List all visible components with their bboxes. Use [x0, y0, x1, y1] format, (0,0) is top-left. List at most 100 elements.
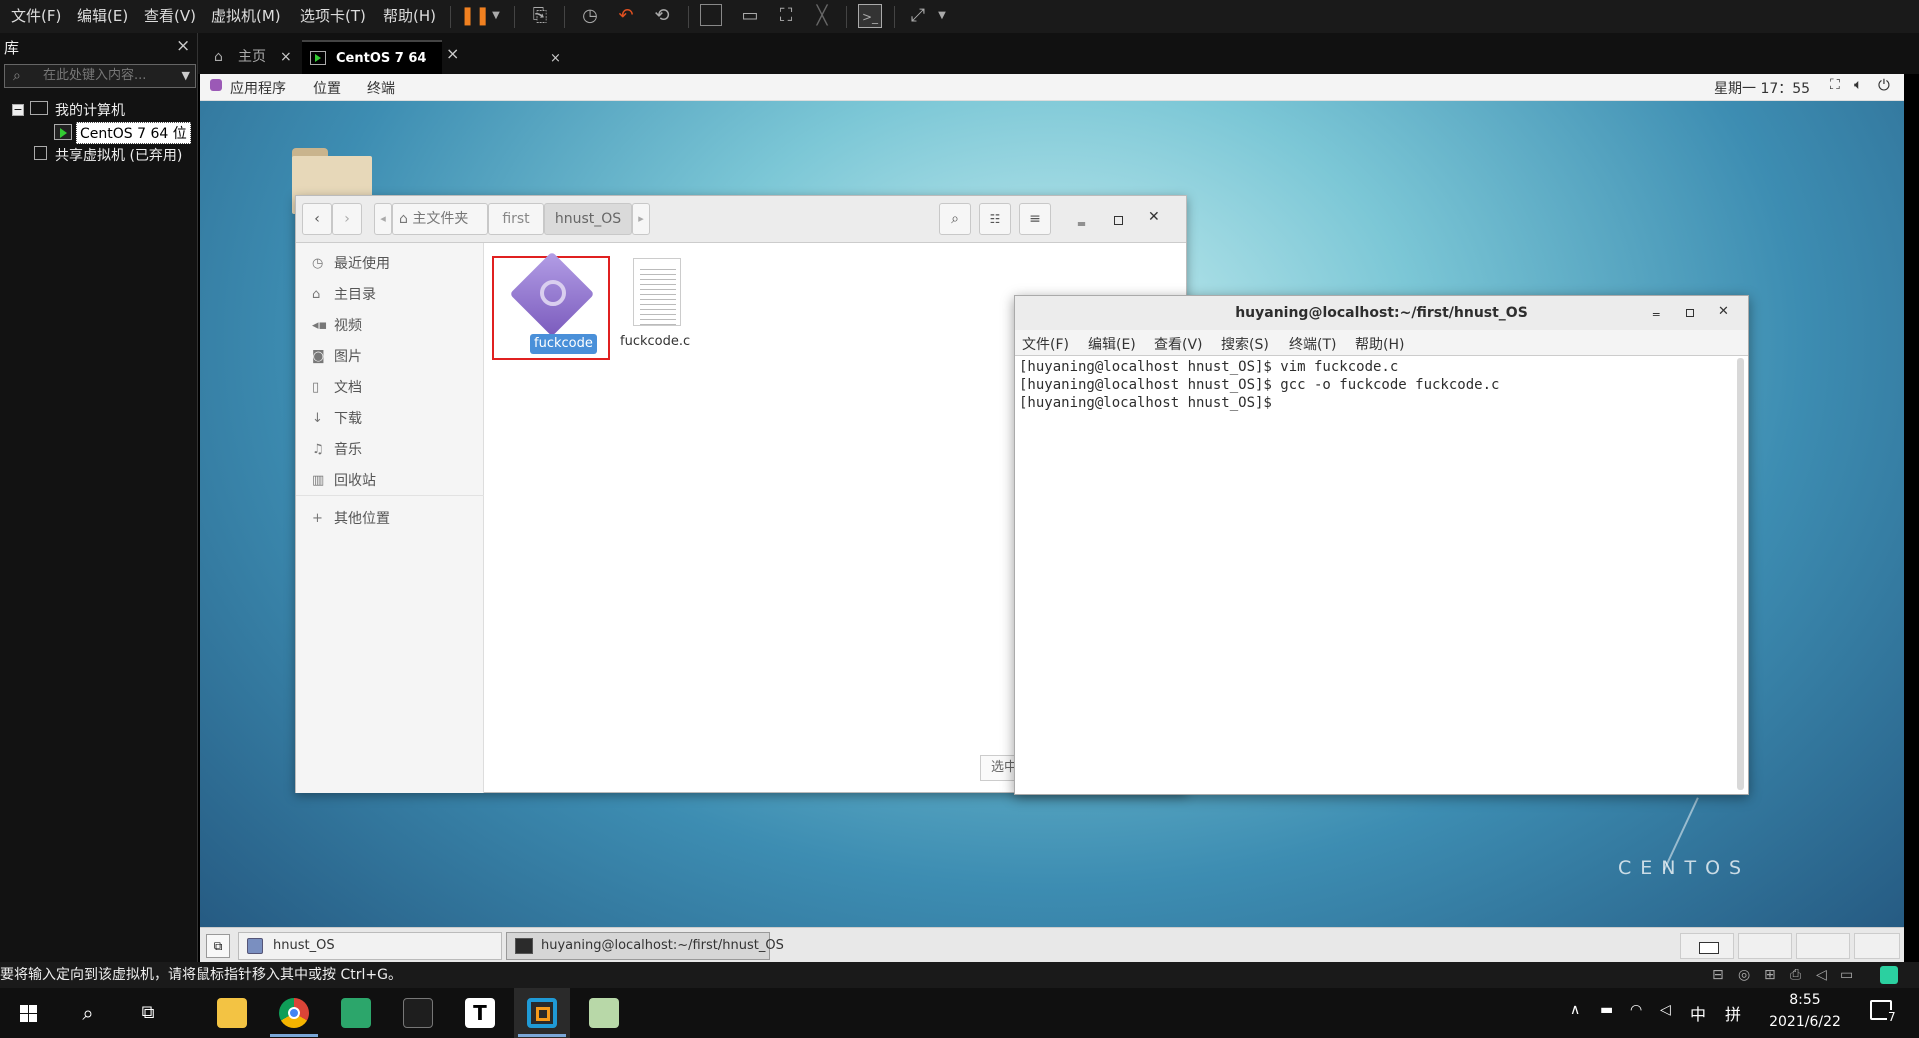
snapshot-icon[interactable]: ◷ — [578, 4, 602, 28]
tab-centos-close-button[interactable]: × — [550, 42, 561, 76]
snapshot-manager-icon[interactable]: ⟲ — [650, 4, 674, 28]
pdf-app-icon[interactable] — [328, 988, 384, 1038]
tab-centos-close-button[interactable]: × — [446, 44, 459, 63]
sidebar-item-recent[interactable]: ◷ 最近使用 — [304, 249, 474, 279]
workspace-1[interactable] — [1680, 933, 1734, 959]
menu-edit[interactable]: 编辑(E) — [74, 0, 131, 33]
revert-snapshot-icon[interactable]: ↶ — [614, 4, 638, 28]
sidebar-item-other-locations[interactable]: + 其他位置 — [304, 504, 474, 534]
ime-mode-indicator[interactable]: 拼 — [1725, 1001, 1741, 1025]
sidebar-toggle-icon[interactable] — [700, 4, 722, 26]
maximize-button[interactable] — [1114, 216, 1123, 225]
menu-tabs[interactable]: 选项卡(T) — [297, 0, 369, 33]
stretch-icon[interactable]: ⤢ — [906, 4, 930, 28]
sound-card-icon[interactable]: ◁ — [1816, 962, 1827, 988]
tree-my-computer[interactable]: 我的计算机 — [55, 100, 125, 120]
chevron-down-icon[interactable]: ▼ — [930, 4, 954, 28]
path-hnust-button[interactable]: hnust_OS — [544, 203, 632, 235]
search-button[interactable]: ⌕ — [939, 203, 971, 235]
sidebar-item-trash[interactable]: ▥ 回收站 — [304, 466, 474, 496]
printer-icon[interactable]: ⎙ — [1790, 962, 1801, 988]
term-menu-view[interactable]: 查看(V) — [1154, 334, 1203, 354]
terminal-close-button[interactable]: ✕ — [1718, 304, 1729, 319]
gnome-clock[interactable]: 星期一 17：55 — [1714, 78, 1810, 98]
pause-icon[interactable]: ❚❚ — [460, 4, 490, 28]
menu-view[interactable]: 查看(V) — [141, 0, 199, 33]
console-icon[interactable]: >_ — [858, 4, 882, 28]
hdd-icon[interactable]: ⊟ — [1712, 962, 1724, 988]
terminal-scrollbar[interactable] — [1737, 358, 1744, 790]
sidebar-item-home[interactable]: ⌂ 主目录 — [304, 280, 474, 310]
workspace-4[interactable] — [1854, 933, 1900, 959]
menu-file[interactable]: 文件(F) — [8, 0, 64, 33]
sidebar-item-videos[interactable]: ◂▪ 视频 — [304, 311, 474, 341]
menu-help[interactable]: 帮助(H) — [380, 0, 439, 33]
library-close-button[interactable]: × — [176, 36, 190, 56]
menu-vm[interactable]: 虚拟机(M) — [208, 0, 284, 33]
minimize-button[interactable]: ‗ — [1078, 210, 1085, 226]
path-first-button[interactable]: first — [488, 203, 544, 235]
network-icon[interactable]: ⛶ — [1830, 77, 1840, 93]
gnome-terminal-menu[interactable]: 终端 — [367, 78, 395, 98]
guest-display[interactable]: CENTOS 应用程序 位置 终端 星期一 17：55 ⛶ 🔈︎ ⏻ ‹ › ◂… — [200, 74, 1904, 962]
fullscreen-icon[interactable]: ⛶ — [774, 4, 798, 28]
terminal-output[interactable]: [huyaning@localhost hnust_OS]$ vim fuckc… — [1015, 356, 1748, 794]
tree-collapse-toggle[interactable]: − — [12, 104, 24, 116]
volume-icon[interactable]: 🔈︎ — [1854, 77, 1862, 93]
search-icon[interactable]: ⌕ — [60, 988, 116, 1038]
gnome-applications-menu[interactable]: 应用程序 — [230, 78, 286, 98]
back-button[interactable]: ‹ — [302, 203, 332, 235]
battery-icon[interactable]: ▬ — [1600, 1002, 1613, 1018]
workspace-3[interactable] — [1796, 933, 1850, 959]
path-home-button[interactable]: ⌂ 主文件夹 — [392, 203, 488, 235]
clock-date[interactable]: 2021/6/22 — [1762, 1014, 1848, 1030]
term-menu-terminal[interactable]: 终端(T) — [1289, 334, 1336, 354]
start-button[interactable] — [0, 988, 56, 1038]
sidebar-item-music[interactable]: ♫ 音乐 — [304, 435, 474, 465]
path-scroll-left-button[interactable]: ◂ — [374, 203, 392, 235]
ime-indicator[interactable]: 中 — [1690, 1001, 1706, 1025]
sidebar-item-pictures[interactable]: ◙ 图片 — [304, 342, 474, 372]
file-explorer-icon[interactable] — [204, 988, 260, 1038]
typora-icon[interactable]: T — [452, 988, 508, 1038]
gnome-places-menu[interactable]: 位置 — [313, 78, 341, 98]
path-scroll-right-button[interactable]: ▸ — [632, 203, 650, 235]
sidebar-item-downloads[interactable]: ↓ 下载 — [304, 404, 474, 434]
unity-icon[interactable]: ╳ — [810, 4, 834, 28]
tray-expand-icon[interactable]: ∧ — [1570, 1002, 1580, 1018]
network-adapter-icon[interactable]: ⊞ — [1764, 962, 1776, 988]
terminal-minimize-button[interactable]: ‗ — [1653, 302, 1660, 317]
term-menu-edit[interactable]: 编辑(E) — [1088, 334, 1136, 354]
terminal-maximize-button[interactable] — [1686, 309, 1694, 317]
sidebar-item-documents[interactable]: ▯ 文档 — [304, 373, 474, 403]
vmware-app-icon[interactable] — [514, 988, 570, 1038]
display-icon[interactable]: ▭ — [1840, 962, 1853, 988]
term-menu-help[interactable]: 帮助(H) — [1355, 334, 1404, 354]
term-menu-search[interactable]: 搜索(S) — [1221, 334, 1269, 354]
tree-shared-vms[interactable]: 共享虚拟机 (已弃用) — [55, 145, 182, 165]
chevron-down-icon[interactable]: ▼ — [182, 65, 190, 87]
tree-centos-vm[interactable]: CentOS 7 64 位 — [76, 122, 191, 144]
tab-home[interactable]: ⌂ 主页 × — [204, 40, 298, 74]
chrome-icon[interactable] — [266, 988, 322, 1038]
close-button[interactable]: ✕ — [1148, 209, 1160, 225]
tab-centos[interactable]: CentOS 7 64 位 × — [302, 40, 561, 100]
file-item-fuckcode-c[interactable]: fuckcode.c — [608, 258, 704, 362]
task-view-icon[interactable]: ⧉ — [120, 988, 176, 1038]
library-search-input[interactable]: ⌕ 在此处键入内容... ▼ — [4, 64, 196, 88]
send-keys-icon[interactable]: ⎘ — [528, 4, 552, 28]
show-desktop-button[interactable]: ⧉ — [206, 934, 230, 958]
volume-icon[interactable]: ◁ — [1660, 1002, 1671, 1018]
forward-button[interactable]: › — [332, 203, 362, 235]
menu-button[interactable]: ≡ — [1019, 203, 1051, 235]
clock-time[interactable]: 8:55 — [1770, 992, 1840, 1008]
terminal-app-icon[interactable] — [390, 988, 446, 1038]
taskbar-item-terminal[interactable]: huyaning@localhost:~/first/hnust_OS — [506, 932, 784, 960]
wifi-icon[interactable]: ◠ — [1630, 1002, 1642, 1018]
thumbnail-bar-icon[interactable]: ▭ — [738, 4, 762, 28]
taskbar-item-files[interactable]: hnust_OS — [238, 932, 502, 960]
cdrom-icon[interactable]: ◎ — [1738, 962, 1750, 988]
image-app-icon[interactable] — [576, 988, 632, 1038]
message-icon[interactable] — [1880, 966, 1898, 984]
tab-home-close-button[interactable]: × — [280, 40, 292, 74]
